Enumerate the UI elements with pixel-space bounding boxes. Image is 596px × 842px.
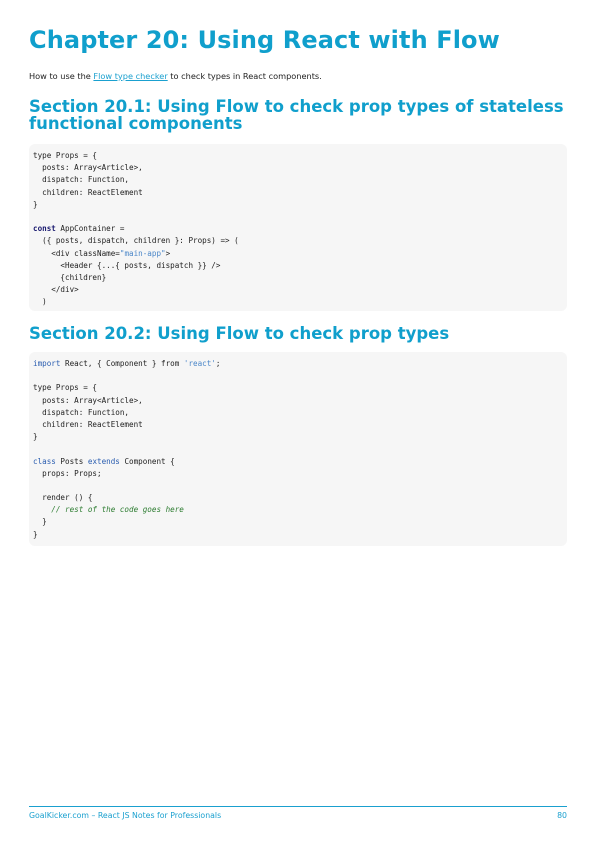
code-token: dispatch: Function, [33, 175, 130, 185]
intro-paragraph: How to use the Flow type checker to chec… [29, 71, 322, 81]
code-token: } [33, 517, 47, 527]
code-line: type Props = { [33, 382, 567, 394]
code-token: } [33, 199, 38, 209]
code-token: type Props = { [33, 151, 98, 160]
page-number: 80 [557, 811, 567, 820]
code-token: </div> [33, 285, 79, 295]
code-token: children: ReactElement [33, 419, 143, 429]
code-line: dispatch: Function, [33, 174, 567, 186]
code-token: posts: Array<Article>, [33, 395, 143, 405]
code-token: {children} [33, 272, 107, 282]
code-token: ; [215, 359, 221, 368]
code-line: </div> [33, 284, 567, 296]
code-line: render () { [33, 492, 567, 504]
code-line: ) [33, 296, 567, 308]
code-line: } [33, 529, 567, 541]
code-line: <div className="main-app"> [33, 248, 567, 260]
flow-type-checker-link[interactable]: Flow type checker [93, 71, 167, 81]
code-token: class [33, 456, 56, 466]
footer-divider [29, 806, 567, 807]
code-line: ({ posts, dispatch, children }: Props) =… [33, 235, 567, 247]
code-line: <Header {...{ posts, dispatch }} /> [33, 260, 567, 272]
code-token: render () { [33, 493, 93, 503]
code-line: class Posts extends Component { [33, 456, 567, 468]
code-token: 'react' [183, 359, 216, 368]
code-line: } [33, 516, 567, 528]
code-line: posts: Array<Article>, [33, 162, 567, 174]
code-line: type Props = { [33, 150, 567, 162]
footer-source: GoalKicker.com – React JS Notes for Prof… [29, 811, 222, 820]
code-line: children: ReactElement [33, 419, 567, 431]
code-line: posts: Array<Article>, [33, 395, 567, 407]
code-token: AppContainer = [55, 224, 125, 234]
section-title-20-2: Section 20.2: Using Flow to check prop t… [29, 324, 450, 343]
code-token: React, { Component } from [60, 359, 184, 368]
intro-text-before: How to use the [29, 71, 94, 81]
code-token: type Props = { [33, 383, 98, 393]
code-token: posts: Array<Article>, [33, 163, 143, 173]
code-token: extends [87, 456, 120, 466]
code-token: "main-app" [119, 248, 166, 258]
section-title-20-1: Section 20.1: Using Flow to check prop t… [29, 97, 564, 133]
code-token: const [33, 224, 56, 234]
code-line: props: Props; [33, 468, 567, 480]
intro-text-after: to check types in React components. [167, 71, 322, 81]
code-token: props: Props; [33, 468, 102, 478]
code-token: // rest of the code goes here [33, 505, 184, 515]
code-line: } [33, 431, 567, 443]
code-line: children: ReactElement [33, 187, 567, 199]
chapter-title: Chapter 20: Using React with Flow [29, 26, 500, 54]
code-token: import [33, 359, 61, 368]
code-token: Posts [55, 456, 88, 466]
code-token: Component { [119, 456, 175, 466]
code-token: } [33, 432, 38, 442]
code-block-20-1: type Props = { posts: Array<Article>, di… [29, 144, 567, 311]
code-token: } [33, 529, 38, 539]
code-token: dispatch: Function, [33, 407, 130, 417]
code-line: const AppContainer = [33, 223, 567, 235]
code-line: {children} [33, 272, 567, 284]
code-token: <Header {...{ posts, dispatch }} /> [33, 260, 221, 270]
code-line: dispatch: Function, [33, 407, 567, 419]
code-line: import React, { Component } from 'react'… [33, 358, 567, 370]
code-token: ({ posts, dispatch, children }: Props) =… [33, 236, 239, 246]
code-token: <div className= [33, 248, 120, 258]
code-token: ) [33, 297, 47, 307]
code-line: // rest of the code goes here [33, 504, 567, 516]
code-token: > [165, 248, 171, 258]
code-token: children: ReactElement [33, 187, 143, 197]
code-block-20-2: import React, { Component } from 'react'… [29, 352, 567, 546]
code-line: } [33, 199, 567, 211]
